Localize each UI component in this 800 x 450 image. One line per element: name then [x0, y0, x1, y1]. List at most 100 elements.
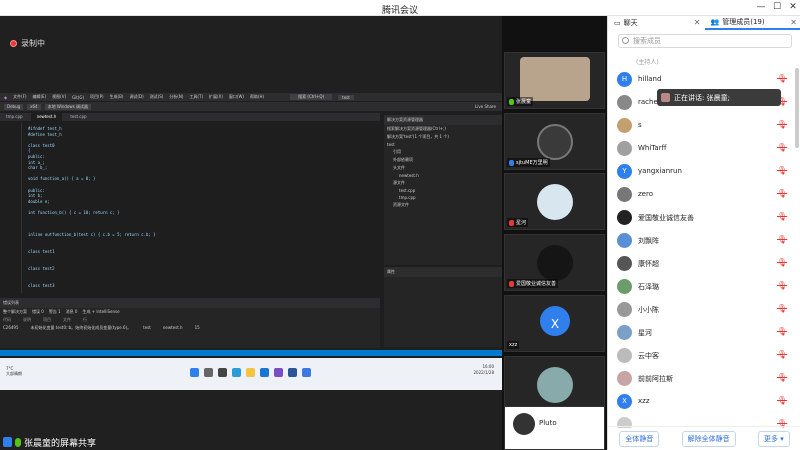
member-avatar: H: [617, 72, 632, 87]
member-row[interactable]: zero 🎙: [608, 183, 800, 206]
member-list-scrollbar[interactable]: [795, 68, 799, 148]
member-row[interactable]: 小小陈 🎙: [608, 298, 800, 321]
member-row[interactable]: WhiTarff 🎙: [608, 137, 800, 160]
member-search-input[interactable]: 搜索成员: [618, 34, 792, 48]
video-tile[interactable]: X xzz: [504, 295, 605, 352]
mic-muted-icon[interactable]: 🎙: [777, 373, 787, 383]
member-avatar: [617, 233, 632, 248]
member-avatar: [617, 210, 632, 225]
screen-share-area[interactable]: 录制中 ◆ 文件(F) 编辑(E) 视图(V) Git(G) 项目(P) 生成(B) 调试(…: [0, 16, 502, 450]
vs-project-name: test: [338, 94, 354, 100]
member-row[interactable]: 云中客 🎙: [608, 344, 800, 367]
mic-muted-icon[interactable]: 🎙: [777, 235, 787, 245]
solution-item: test.cpp: [399, 188, 416, 193]
clock-date: 2022/1/28: [473, 370, 494, 375]
member-name: 石泽璐: [638, 283, 659, 291]
video-tile[interactable]: 爱国敬业诚信友善: [504, 234, 605, 291]
video-name: 张晨童: [516, 99, 532, 105]
solution-item: 引用: [393, 149, 401, 154]
member-avatar: X: [617, 394, 632, 409]
video-tile[interactable]: [504, 356, 605, 413]
member-row[interactable]: 前前阿拉斯 🎙: [608, 367, 800, 390]
mic-muted-icon[interactable]: 🎙: [777, 143, 787, 153]
vs-toolbar-item: x64: [27, 103, 41, 110]
more-button[interactable]: 更多 ▾: [758, 430, 790, 447]
member-row[interactable]: Hhilland 🎙: [608, 68, 800, 91]
member-avatar: [617, 371, 632, 386]
member-name: 爱国敬业诚信友善: [638, 214, 694, 222]
unmute-all-button[interactable]: 解除全体静音: [681, 430, 736, 447]
error-scope: 整个解决方案: [3, 309, 27, 314]
maximize-button[interactable]: ☐: [770, 1, 784, 14]
member-avatar: [617, 302, 632, 317]
vs-menu-item: 项目(P): [90, 94, 104, 99]
solution-item: 资源文件: [393, 202, 409, 207]
mic-muted-icon[interactable]: 🎙: [777, 304, 787, 314]
vs-menu-bar: ◆ 文件(F) 编辑(E) 视图(V) Git(G) 项目(P) 生成(B) 调试(D) 测试…: [0, 93, 502, 101]
video-tile[interactable]: 星河: [504, 173, 605, 230]
video-tile[interactable]: 张晨童: [504, 52, 605, 109]
user-icon: [3, 437, 12, 447]
member-row[interactable]: 爱国敬业诚信友善 🎙: [608, 206, 800, 229]
member-row[interactable]: Xxzz 🎙: [608, 390, 800, 413]
properties-title: 属性: [384, 267, 502, 277]
solution-item: test: [387, 142, 395, 147]
tab-chat[interactable]: ▭ 聊天 ✕: [608, 16, 705, 30]
vs-status-bar: [0, 350, 502, 356]
error-cell: 未初始化变量 test0::b。始终初始化成员变量(type.6)。: [30, 325, 132, 330]
member-row[interactable]: 石泽璐 🎙: [608, 275, 800, 298]
members-panel: ▭ 聊天 ✕ 👥 管理成员(19) ✕ 搜索成员 (主持人) Hhilland 🎙…: [607, 16, 800, 450]
avatar: X: [540, 306, 570, 336]
minimize-button[interactable]: —: [754, 1, 768, 14]
mic-muted-icon[interactable]: 🎙: [777, 120, 787, 130]
close-icon[interactable]: ✕: [790, 18, 797, 27]
video-tile[interactable]: sjtuME万里明: [504, 113, 605, 170]
vs-toolbar-item: 本地 Windows 调试器: [44, 103, 92, 110]
title-bar: 腾讯会议 — ☐ ✕: [0, 0, 800, 16]
member-row[interactable]: 刘飘阵 🎙: [608, 229, 800, 252]
mic-muted-icon[interactable]: 🎙: [777, 350, 787, 360]
close-icon[interactable]: ✕: [694, 18, 701, 27]
recording-indicator: 录制中: [10, 38, 45, 49]
mic-muted-icon[interactable]: 🎙: [777, 189, 787, 199]
error-column-header: 项目: [43, 317, 51, 322]
video-name-tag: 张晨童: [507, 97, 534, 106]
video-name-tag: xzz: [507, 341, 520, 349]
live-share-label: Live Share: [475, 104, 496, 109]
member-row[interactable]: 星河 🎙: [608, 321, 800, 344]
member-name: WhiTarff: [638, 144, 667, 152]
solution-item: 搜索解决方案资源管理器(Ctrl+;): [387, 126, 446, 131]
video-tile-self[interactable]: Pluto: [504, 406, 605, 450]
mic-muted-icon[interactable]: 🎙: [777, 396, 787, 406]
tab-members[interactable]: 👥 管理成员(19) ✕: [704, 16, 800, 30]
member-name: s: [638, 121, 642, 129]
mic-muted-icon[interactable]: 🎙: [777, 212, 787, 222]
windows-taskbar: 7°C 大部晴朗 16:00 2022/1/28: [0, 358, 502, 390]
mic-muted-icon[interactable]: 🎙: [777, 258, 787, 268]
speaking-indicator: 正在讲话: 张晨童;: [657, 89, 781, 106]
close-button[interactable]: ✕: [786, 1, 800, 14]
mute-all-button[interactable]: 全体静音: [619, 430, 660, 447]
mic-muted-icon[interactable]: 🎙: [777, 281, 787, 291]
mic-muted-icon[interactable]: 🎙: [777, 166, 787, 176]
member-row[interactable]: 康怀超 🎙: [608, 252, 800, 275]
vs-editor-tab: tmp.cpp: [6, 114, 23, 119]
shared-screen: ◆ 文件(F) 编辑(E) 视图(V) Git(G) 项目(P) 生成(B) 调试(D) 测试…: [0, 93, 502, 390]
member-row[interactable]: Yyangxianrun 🎙: [608, 160, 800, 183]
weather-widget: 7°C 大部晴朗: [6, 366, 22, 377]
member-row[interactable]: s 🎙: [608, 114, 800, 137]
vs-menu-item: 调试(D): [129, 94, 144, 99]
video-name: sjtuME万里明: [516, 160, 548, 166]
vs-menu-item: 窗口(W): [228, 94, 244, 99]
vs-menu-item: 编辑(E): [32, 94, 47, 99]
mic-muted-icon[interactable]: 🎙: [777, 327, 787, 337]
sharer-name: 张晨童的屏幕共享: [24, 438, 97, 449]
solution-explorer-title: 解决方案资源管理器: [384, 115, 502, 125]
video-strip: 张晨童 sjtuME万里明 星河 爱国敬业诚信友善 X xzz Pluto: [502, 16, 607, 450]
member-avatar: [617, 187, 632, 202]
mic-muted-icon[interactable]: 🎙: [777, 74, 787, 84]
error-column-header: 文件: [63, 317, 71, 322]
member-avatar: [617, 95, 632, 110]
avatar: [537, 184, 573, 220]
vs-toolbar-item: Debug: [4, 103, 24, 110]
